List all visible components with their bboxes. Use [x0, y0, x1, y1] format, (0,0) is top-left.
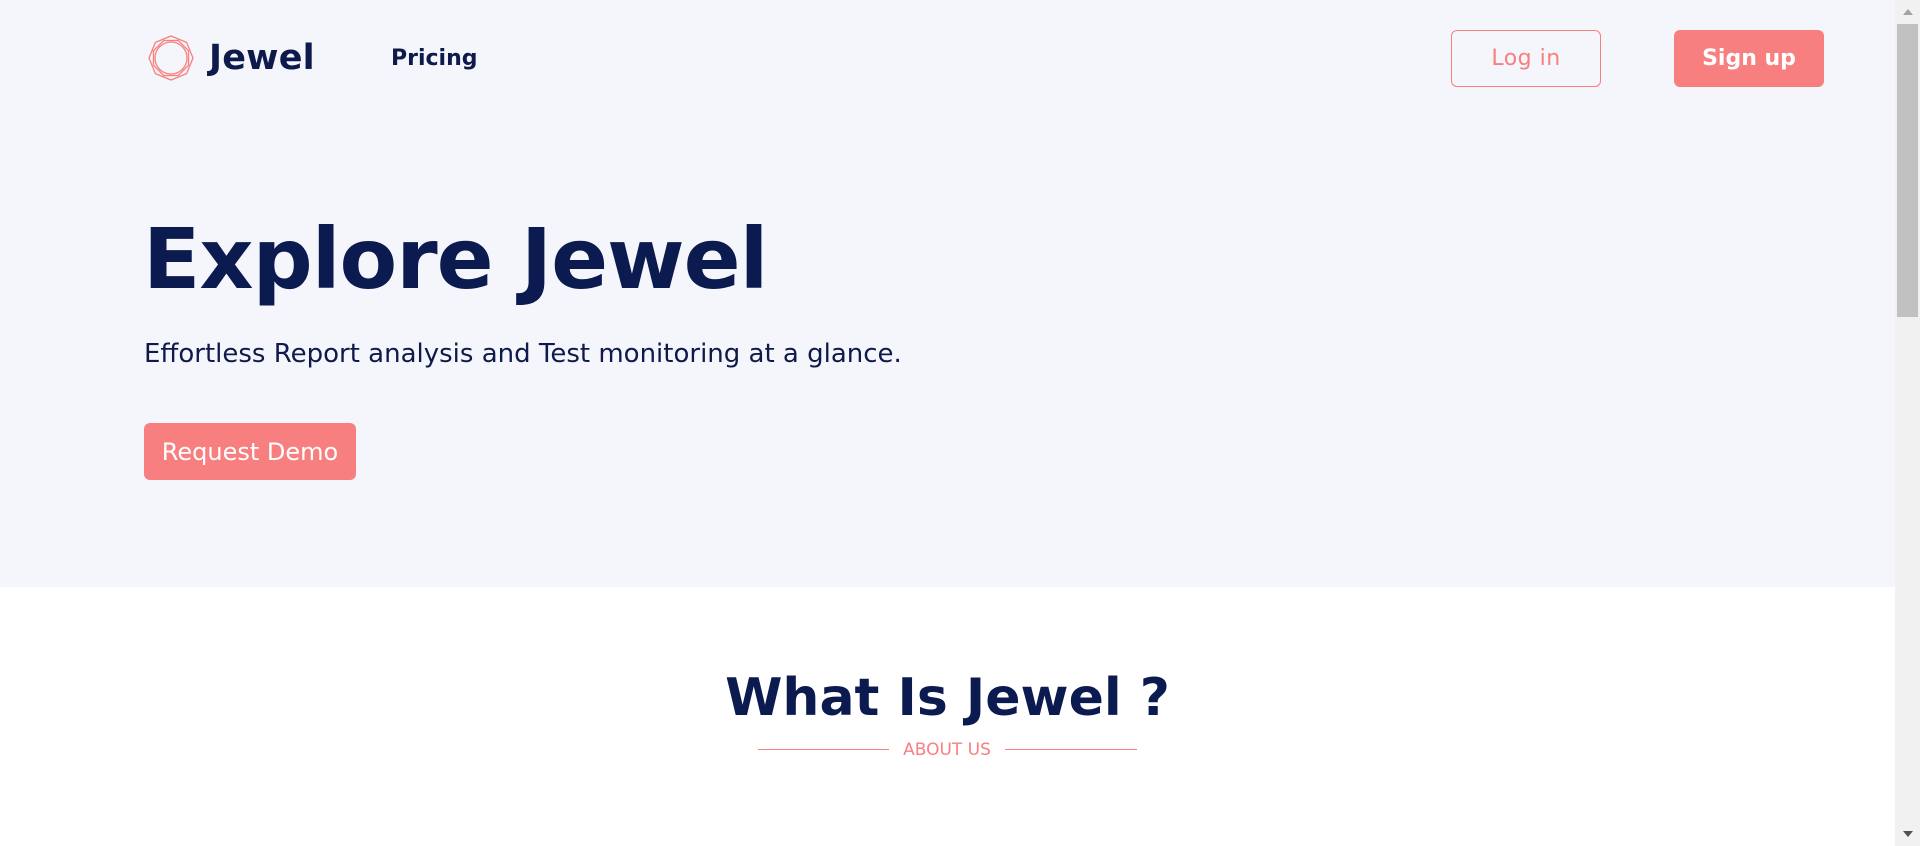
scroll-up-arrow-icon[interactable] — [1895, 0, 1920, 24]
hero-title: Explore Jewel — [143, 210, 768, 308]
gem-logo-icon[interactable] — [147, 33, 195, 83]
about-divider-left — [758, 749, 889, 750]
login-button[interactable]: Log in — [1451, 30, 1601, 87]
page: Jewel Pricing Log in Sign up Explore Jew… — [0, 0, 1920, 846]
about-section-label: ABOUT US — [903, 740, 991, 760]
scrollbar-thumb[interactable] — [1897, 24, 1918, 317]
page-content: Jewel Pricing Log in Sign up Explore Jew… — [0, 0, 1895, 846]
hero-subtitle: Effortless Report analysis and Test moni… — [144, 339, 902, 369]
vertical-scrollbar[interactable] — [1895, 0, 1920, 846]
gem-logo-graphic — [148, 35, 194, 81]
triangle-up-icon — [1902, 9, 1913, 15]
nav-link-pricing[interactable]: Pricing — [391, 33, 478, 85]
about-divider-right — [1005, 749, 1137, 750]
about-section-title: What Is Jewel ? — [725, 668, 1170, 728]
scroll-down-arrow-icon[interactable] — [1895, 822, 1920, 846]
signup-button[interactable]: Sign up — [1674, 30, 1824, 87]
brand-name[interactable]: Jewel — [209, 33, 315, 83]
request-demo-button[interactable]: Request Demo — [144, 423, 356, 480]
triangle-down-icon — [1902, 831, 1913, 837]
